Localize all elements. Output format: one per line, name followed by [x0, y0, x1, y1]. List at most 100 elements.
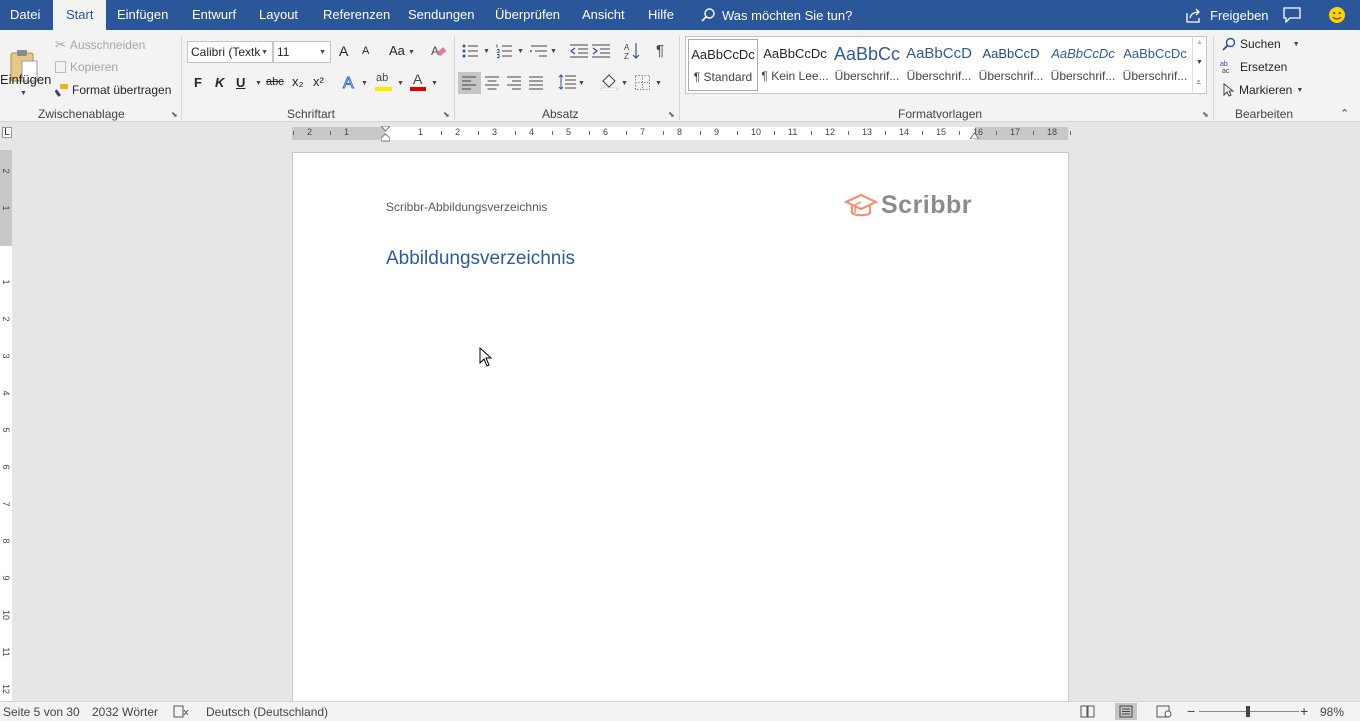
- tab-ueberpruefen[interactable]: Überprüfen: [495, 0, 560, 30]
- tab-ansicht[interactable]: Ansicht: [582, 0, 625, 30]
- gallery-more-icon[interactable]: ⩡: [1196, 77, 1201, 88]
- tell-me-box[interactable]: Was möchten Sie tun?: [700, 0, 852, 30]
- font-launcher-icon[interactable]: ⬊: [443, 110, 450, 119]
- strikethrough-button[interactable]: abc: [266, 76, 284, 88]
- font-size-dropdown[interactable]: 11 ▼: [273, 41, 331, 63]
- print-layout-button[interactable]: [1115, 703, 1137, 720]
- ruler-tick: [958, 131, 960, 135]
- chevron-down-icon: ▼: [1296, 86, 1304, 94]
- copy-button[interactable]: Kopieren: [55, 60, 118, 74]
- indent-marker[interactable]: [379, 125, 392, 146]
- highlight-button[interactable]: ab: [375, 72, 393, 92]
- font-color-button[interactable]: A: [410, 71, 428, 92]
- multilevel-list-icon[interactable]: [530, 44, 548, 58]
- ruler-number: 9: [1, 575, 11, 581]
- select-button[interactable]: Markieren ▼: [1223, 83, 1303, 97]
- subscript-button[interactable]: x₂: [292, 74, 304, 89]
- text-effects-icon[interactable]: A: [342, 73, 359, 92]
- proofing-icon[interactable]: [173, 705, 189, 718]
- share-button[interactable]: Freigeben: [1185, 0, 1269, 30]
- ruler-tick: [699, 131, 701, 135]
- ribbon-tab-bar: Datei Start Einfügen Entwurf Layout Refe…: [0, 0, 1360, 30]
- search-icon: [701, 8, 715, 22]
- styles-launcher-icon[interactable]: ⬊: [1202, 110, 1209, 119]
- font-color-icon: A: [413, 71, 423, 87]
- comments-icon[interactable]: [1283, 7, 1301, 23]
- clear-formatting-icon[interactable]: A: [430, 43, 447, 59]
- right-indent-marker[interactable]: [970, 131, 979, 139]
- language-status[interactable]: Deutsch (Deutschland): [206, 705, 328, 719]
- vertical-ruler[interactable]: 2 1 1 2 3 4 5 6 7 8 9 10 11 12: [0, 150, 12, 701]
- style-heading-4[interactable]: AaBbCcDc Überschrif...: [1048, 39, 1118, 91]
- style-heading-2[interactable]: AaBbCcD Überschrif...: [904, 39, 974, 91]
- read-mode-icon[interactable]: [1080, 705, 1095, 718]
- tab-layout[interactable]: Layout: [259, 0, 298, 30]
- tab-einfuegen[interactable]: Einfügen: [117, 0, 168, 30]
- grow-font-button[interactable]: A: [339, 43, 348, 59]
- tab-hilfe[interactable]: Hilfe: [648, 0, 674, 30]
- italic-button[interactable]: K: [215, 75, 224, 90]
- font-name-dropdown[interactable]: Calibri (Textk ▼: [187, 41, 273, 63]
- ruler-number: 11: [788, 127, 798, 137]
- align-right-icon[interactable]: [507, 76, 521, 90]
- line-spacing-icon[interactable]: [558, 74, 576, 90]
- smiley-icon[interactable]: [1328, 6, 1346, 24]
- sort-icon[interactable]: AZ: [624, 42, 641, 60]
- collapse-ribbon-icon[interactable]: ⌃: [1340, 107, 1349, 120]
- web-layout-icon[interactable]: [1156, 705, 1172, 718]
- tab-stop-selector[interactable]: L: [2, 127, 12, 138]
- tab-referenzen[interactable]: Referenzen: [323, 0, 390, 30]
- document-page[interactable]: Scribbr-Abbildungsverzeichnis Scribbr Ab…: [292, 152, 1069, 712]
- underline-button[interactable]: U: [236, 75, 245, 90]
- zoom-level[interactable]: 98%: [1320, 705, 1344, 719]
- paragraph-launcher-icon[interactable]: ⬊: [668, 110, 675, 119]
- scissors-icon: ✂: [55, 37, 66, 52]
- toc-heading[interactable]: Abbildungsverzeichnis: [386, 248, 575, 270]
- superscript-button[interactable]: x²: [313, 74, 324, 89]
- font-group-label: Schriftart: [287, 107, 336, 121]
- replace-button[interactable]: ab ac Ersetzen: [1220, 60, 1287, 74]
- numbering-icon[interactable]: [496, 44, 512, 58]
- scroll-up-icon[interactable]: ▲: [1196, 39, 1203, 46]
- horizontal-ruler[interactable]: 2 1 1 2 3 4 5 6 7 8 9 10 11 12 13 14 15 16 17 18: [292, 127, 1071, 140]
- page-count[interactable]: Seite 5 von 30: [3, 705, 80, 719]
- increase-indent-icon[interactable]: [592, 44, 610, 58]
- change-case-button[interactable]: Aa: [389, 43, 405, 58]
- word-count[interactable]: 2032 Wörter: [92, 705, 158, 719]
- tab-datei[interactable]: Datei: [10, 0, 40, 30]
- shading-icon[interactable]: [600, 73, 618, 91]
- decrease-indent-icon[interactable]: [570, 44, 588, 58]
- ruler-tick: [884, 131, 886, 135]
- zoom-out-button[interactable]: −: [1187, 703, 1195, 719]
- paste-button[interactable]: [4, 36, 44, 96]
- zoom-in-button[interactable]: +: [1300, 703, 1308, 719]
- paste-dropdown-icon[interactable]: ▼: [20, 90, 27, 97]
- font-name-value: Calibri (Textk: [191, 45, 261, 59]
- scroll-down-icon[interactable]: ▼: [1196, 59, 1203, 66]
- style-heading-3[interactable]: AaBbCcD Überschrif...: [976, 39, 1046, 91]
- borders-icon[interactable]: [635, 75, 650, 90]
- ruler-number: 17: [1010, 127, 1021, 137]
- style-name: Überschrif...: [1122, 69, 1188, 83]
- tab-sendungen[interactable]: Sendungen: [408, 0, 475, 30]
- bold-button[interactable]: F: [194, 75, 202, 90]
- zoom-slider-thumb[interactable]: [1245, 706, 1250, 717]
- bullets-icon[interactable]: [462, 44, 478, 58]
- style-kein-leerraum[interactable]: AaBbCcDc ¶ Kein Lee...: [760, 39, 830, 91]
- tab-start[interactable]: Start: [53, 0, 107, 30]
- find-button[interactable]: Suchen ▼: [1222, 37, 1300, 51]
- format-painter-button[interactable]: Format übertragen: [55, 83, 171, 97]
- style-heading-1[interactable]: AaBbCc Überschrif...: [832, 39, 902, 91]
- cut-button[interactable]: ✂ Ausschneiden: [55, 37, 145, 53]
- cut-label: Ausschneiden: [69, 38, 146, 52]
- shrink-font-button[interactable]: A: [362, 45, 369, 57]
- tab-entwurf[interactable]: Entwurf: [192, 0, 236, 30]
- ruler-number: 3: [492, 127, 498, 137]
- show-formatting-button[interactable]: ¶: [656, 42, 664, 59]
- align-center-icon[interactable]: [485, 76, 499, 90]
- style-standard[interactable]: AaBbCcDc ¶ Standard: [688, 39, 758, 91]
- justify-icon[interactable]: [529, 76, 543, 90]
- align-left-button-active[interactable]: [458, 72, 481, 94]
- clipboard-launcher-icon[interactable]: ⬊: [171, 110, 178, 119]
- style-heading-5[interactable]: AaBbCcDc Überschrif...: [1120, 39, 1190, 91]
